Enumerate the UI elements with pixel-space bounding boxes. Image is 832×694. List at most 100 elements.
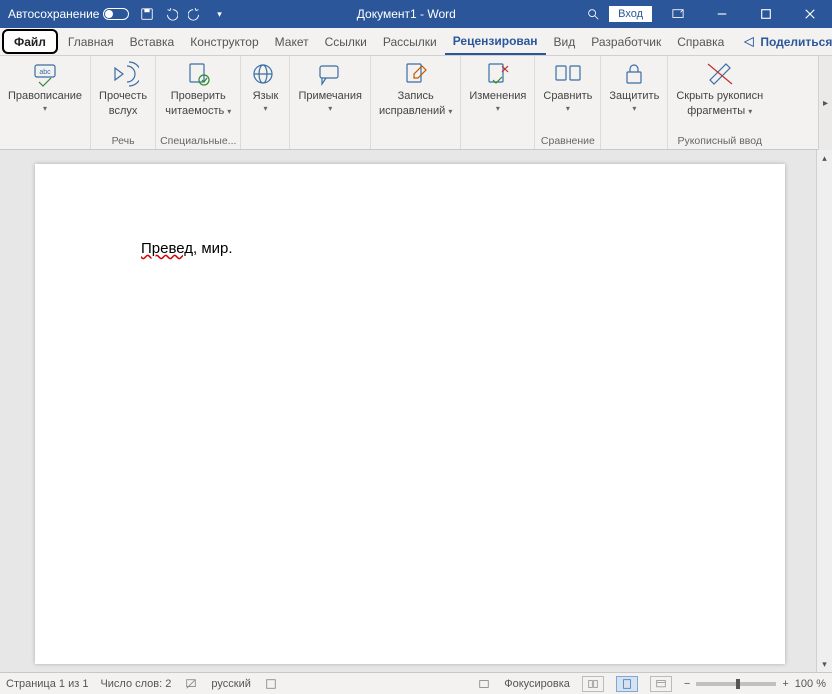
maximize-icon[interactable] <box>748 0 784 28</box>
group-compare: Сравнить ▾ Сравнение <box>535 56 601 149</box>
language-icon <box>249 60 281 88</box>
document-area: Превед, мир. ▴ ▾ <box>0 150 832 672</box>
group-language: Язык ▾ <box>241 56 290 149</box>
group-accessibility: Проверить читаемость ▾ Специальные... <box>156 56 241 149</box>
language-button[interactable]: Язык ▾ <box>245 58 285 115</box>
check-accessibility-button[interactable]: Проверить читаемость ▾ <box>161 58 235 119</box>
group-protect: Защитить ▾ <box>601 56 668 149</box>
group-proofing: abc Правописание ▾ <box>0 56 91 149</box>
scroll-track[interactable] <box>817 166 832 656</box>
status-words[interactable]: Число слов: 2 <box>100 678 171 690</box>
compare-icon <box>552 60 584 88</box>
ink-icon <box>704 60 736 88</box>
status-page[interactable]: Страница 1 из 1 <box>6 678 88 690</box>
chevron-down-icon: ▾ <box>328 105 332 113</box>
misspelled-word: Превед <box>141 240 193 257</box>
view-read-mode[interactable] <box>582 676 604 692</box>
minimize-icon[interactable] <box>704 0 740 28</box>
zoom-out-button[interactable]: − <box>684 678 690 690</box>
read-aloud-icon <box>107 60 139 88</box>
document-title: Документ1 - Word <box>227 7 585 21</box>
page[interactable]: Превед, мир. <box>35 164 785 664</box>
svg-text:abc: abc <box>39 69 51 76</box>
group-comments: Примечания ▾ <box>290 56 371 149</box>
track-changes-button[interactable]: Запись исправлений ▾ <box>375 58 456 119</box>
tab-home[interactable]: Главная <box>60 28 122 55</box>
track-changes-icon <box>400 60 432 88</box>
tab-view[interactable]: Вид <box>546 28 584 55</box>
chevron-down-icon: ▾ <box>227 107 231 116</box>
save-icon[interactable] <box>139 6 155 22</box>
group-tracking: Запись исправлений ▾ <box>371 56 461 149</box>
status-bar: Страница 1 из 1 Число слов: 2 русский Фо… <box>0 672 832 694</box>
chevron-down-icon: ▾ <box>496 105 500 113</box>
share-label: Поделиться <box>760 35 832 49</box>
comments-icon <box>314 60 346 88</box>
redo-icon[interactable] <box>187 6 203 22</box>
spelling-button[interactable]: abc Правописание ▾ <box>4 58 86 115</box>
read-aloud-button[interactable]: Прочесть вслух <box>95 58 151 119</box>
tab-file[interactable]: Файл <box>2 29 58 54</box>
group-ink-label: Рукописный ввод <box>677 135 762 149</box>
undo-icon[interactable] <box>163 6 179 22</box>
spelling-label: Правописание <box>8 90 82 103</box>
spelling-icon: abc <box>29 60 61 88</box>
chevron-down-icon: ▾ <box>748 107 752 116</box>
group-ink: Скрыть рукописн фрагменты ▾ Рукописный в… <box>668 56 771 149</box>
comments-button[interactable]: Примечания ▾ <box>294 58 366 115</box>
zoom-value[interactable]: 100 % <box>795 678 826 690</box>
group-speech-label: Речь <box>112 135 135 149</box>
tab-help[interactable]: Справка <box>669 28 732 55</box>
chevron-down-icon: ▾ <box>448 107 452 116</box>
tab-design[interactable]: Конструктор <box>182 28 266 55</box>
ribbon-tabs: Файл Главная Вставка Конструктор Макет С… <box>0 28 832 56</box>
tab-references[interactable]: Ссылки <box>317 28 375 55</box>
toggle-off-icon <box>103 8 129 20</box>
vertical-scrollbar[interactable]: ▴ ▾ <box>816 150 832 672</box>
group-changes: Изменения ▾ <box>461 56 535 149</box>
share-icon <box>742 35 756 49</box>
changes-icon <box>482 60 514 88</box>
close-icon[interactable] <box>792 0 828 28</box>
zoom-controls: − + 100 % <box>684 678 826 690</box>
lock-icon <box>618 60 650 88</box>
document-text[interactable]: Превед, мир. <box>141 240 233 258</box>
ribbon-display-icon[interactable] <box>660 0 696 28</box>
ribbon-scroll-right[interactable]: ▸ <box>818 56 832 150</box>
chevron-down-icon: ▾ <box>566 105 570 113</box>
accessibility-icon <box>182 60 214 88</box>
status-language[interactable]: русский <box>211 678 250 690</box>
chevron-down-icon: ▾ <box>632 105 636 113</box>
hide-ink-button[interactable]: Скрыть рукописн фрагменты ▾ <box>672 58 767 119</box>
tab-mailings[interactable]: Рассылки <box>375 28 445 55</box>
view-web-layout[interactable] <box>650 676 672 692</box>
tab-insert[interactable]: Вставка <box>122 28 183 55</box>
group-speech: Прочесть вслух Речь <box>91 56 156 149</box>
tab-layout[interactable]: Макет <box>267 28 317 55</box>
login-button[interactable]: Вход <box>609 6 652 22</box>
status-focus[interactable]: Фокусировка <box>504 678 570 690</box>
qat-more-icon[interactable]: ▾ <box>211 6 227 22</box>
group-compare-label: Сравнение <box>541 135 595 149</box>
chevron-down-icon: ▾ <box>43 105 47 113</box>
search-icon[interactable] <box>585 6 601 22</box>
view-print-layout[interactable] <box>616 676 638 692</box>
proofing-status-icon[interactable] <box>183 677 199 691</box>
title-bar: Автосохранение ▾ Документ1 - Word Вход <box>0 0 832 28</box>
scroll-up-icon[interactable]: ▴ <box>817 150 832 166</box>
focus-mode-icon <box>476 677 492 691</box>
zoom-in-button[interactable]: + <box>782 678 788 690</box>
autosave-toggle[interactable]: Автосохранение <box>8 7 129 21</box>
ribbon: abc Правописание ▾ Прочесть вслух Речь П… <box>0 56 832 150</box>
zoom-slider[interactable] <box>696 682 776 686</box>
group-accessibility-label: Специальные... <box>160 135 236 149</box>
share-button[interactable]: Поделиться <box>732 28 832 55</box>
changes-button[interactable]: Изменения ▾ <box>465 58 530 115</box>
compare-button[interactable]: Сравнить ▾ <box>539 58 596 115</box>
tab-review[interactable]: Рецензирован <box>445 28 546 55</box>
macros-icon[interactable] <box>263 677 279 691</box>
protect-button[interactable]: Защитить ▾ <box>605 58 663 115</box>
chevron-down-icon: ▾ <box>263 105 267 113</box>
scroll-down-icon[interactable]: ▾ <box>817 656 832 672</box>
tab-developer[interactable]: Разработчик <box>583 28 669 55</box>
